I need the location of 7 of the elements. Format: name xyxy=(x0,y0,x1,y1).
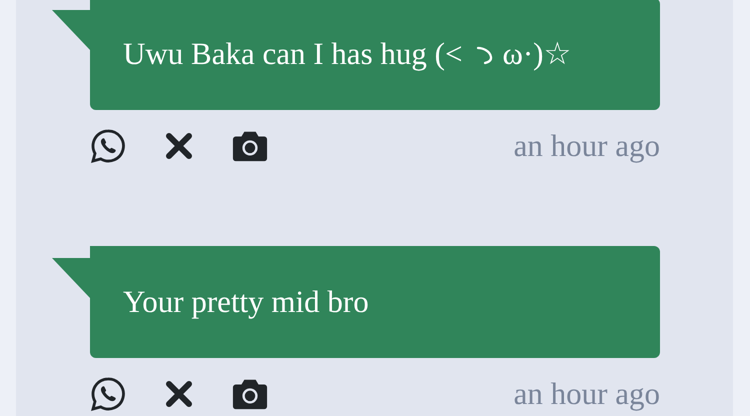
timestamp: an hour ago xyxy=(514,374,660,413)
chat-phone-icon[interactable] xyxy=(90,128,126,164)
chat-phone-icon[interactable] xyxy=(90,376,126,412)
message-text: ω·)☆ xyxy=(502,34,572,73)
message-text: Uwu Baka can I has hug (< xyxy=(123,34,462,73)
message-text: Your pretty mid bro xyxy=(123,282,369,321)
timestamp: an hour ago xyxy=(514,126,660,165)
